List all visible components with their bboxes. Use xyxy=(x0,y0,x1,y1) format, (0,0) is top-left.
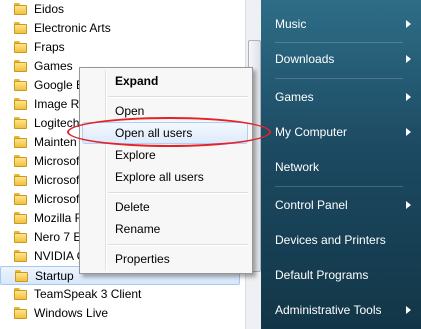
menu-item-open[interactable]: Open xyxy=(82,100,248,122)
menu-item-explore-all-users[interactable]: Explore all users xyxy=(82,166,248,188)
folder-icon xyxy=(14,212,27,224)
program-label: Electronic Arts xyxy=(34,21,111,35)
right-item-label: Games xyxy=(275,90,314,104)
program-label: Mozilla F xyxy=(34,211,83,225)
program-label: Microsof xyxy=(34,192,80,206)
program-label: Microsof xyxy=(34,154,80,168)
program-label: Microsof xyxy=(34,173,80,187)
right-item-label: Downloads xyxy=(275,52,335,66)
menu-item-properties[interactable]: Properties xyxy=(82,248,248,270)
menu-item-expand[interactable]: Expand xyxy=(82,70,248,92)
right-item-label: Network xyxy=(275,160,320,174)
menu-item-rename[interactable]: Rename xyxy=(82,218,248,240)
folder-icon xyxy=(14,79,27,91)
right-item-downloads[interactable]: Downloads xyxy=(265,48,415,70)
folder-icon xyxy=(14,3,27,15)
folder-icon xyxy=(14,155,27,167)
folder-icon xyxy=(14,41,27,53)
menu-item-label: Expand xyxy=(115,74,159,88)
folder-icon xyxy=(14,98,27,110)
menu-item-label: Explore all users xyxy=(115,170,204,184)
program-folder-fraps[interactable]: Fraps xyxy=(0,38,240,57)
program-label: Google E xyxy=(34,78,85,92)
right-item-administrative-tools[interactable]: Administrative Tools xyxy=(265,299,415,321)
start-menu-right-pane: Music Downloads Games My Computer Networ… xyxy=(261,0,421,329)
program-label: Nero 7 E xyxy=(34,230,82,244)
right-item-default-programs[interactable]: Default Programs xyxy=(265,264,415,286)
program-label: Startup xyxy=(35,269,74,283)
context-menu: Expand Open Open all users Explore Explo… xyxy=(79,67,253,274)
right-item-label: Music xyxy=(275,17,307,31)
right-item-label: Control Panel xyxy=(275,198,348,212)
submenu-arrow-icon xyxy=(406,306,411,314)
program-label: TeamSpeak 3 Client xyxy=(34,287,142,301)
folder-icon xyxy=(14,307,27,319)
submenu-arrow-icon xyxy=(406,20,411,28)
program-label: Mainten xyxy=(34,135,77,149)
right-item-label: Administrative Tools xyxy=(275,303,382,317)
right-item-network[interactable]: Network xyxy=(265,156,415,178)
program-folder-eidos[interactable]: Eidos xyxy=(0,0,240,19)
submenu-arrow-icon xyxy=(406,128,411,136)
right-item-games[interactable]: Games xyxy=(265,86,415,108)
folder-icon xyxy=(14,136,27,148)
folder-icon xyxy=(14,288,27,300)
right-item-label: Default Programs xyxy=(275,268,369,282)
folder-icon xyxy=(15,270,28,282)
menu-item-explore[interactable]: Explore xyxy=(82,144,248,166)
menu-separator xyxy=(108,244,248,246)
program-folder-windows-live[interactable]: Windows Live xyxy=(0,304,240,323)
folder-icon xyxy=(14,231,27,243)
program-folder-teamspeak[interactable]: TeamSpeak 3 Client xyxy=(0,285,240,304)
right-item-label: My Computer xyxy=(275,125,348,139)
program-label: Logitech xyxy=(34,116,80,130)
program-folder-electronic-arts[interactable]: Electronic Arts xyxy=(0,19,240,38)
menu-item-label: Explore xyxy=(115,148,156,162)
program-label: Games xyxy=(34,59,73,73)
menu-separator xyxy=(108,192,248,194)
program-label: NVIDIA C xyxy=(34,249,86,263)
folder-icon xyxy=(14,60,27,72)
right-item-devices-and-printers[interactable]: Devices and Printers xyxy=(265,229,415,251)
right-item-label: Devices and Printers xyxy=(275,233,386,247)
folder-icon xyxy=(14,22,27,34)
folder-icon xyxy=(14,193,27,205)
folder-icon xyxy=(14,174,27,186)
right-item-my-computer[interactable]: My Computer xyxy=(265,121,415,143)
menu-item-label: Open all users xyxy=(115,126,193,140)
menu-item-label: Open xyxy=(115,104,145,118)
submenu-arrow-icon xyxy=(406,55,411,63)
menu-item-label: Properties xyxy=(115,252,170,266)
menu-item-delete[interactable]: Delete xyxy=(82,196,248,218)
submenu-arrow-icon xyxy=(406,201,411,209)
menu-item-open-all-users[interactable]: Open all users xyxy=(82,122,248,144)
menu-item-label: Delete xyxy=(115,200,150,214)
divider xyxy=(275,42,403,43)
program-label: Eidos xyxy=(34,2,65,16)
program-label: Fraps xyxy=(34,40,65,54)
right-item-control-panel[interactable]: Control Panel xyxy=(265,194,415,216)
divider xyxy=(275,186,403,187)
menu-item-label: Rename xyxy=(115,222,161,236)
folder-icon xyxy=(14,250,27,262)
submenu-arrow-icon xyxy=(406,93,411,101)
divider xyxy=(275,78,403,79)
right-item-music[interactable]: Music xyxy=(265,13,415,35)
program-label: Windows Live xyxy=(34,306,109,320)
menu-separator xyxy=(108,96,248,98)
folder-icon xyxy=(14,117,27,129)
